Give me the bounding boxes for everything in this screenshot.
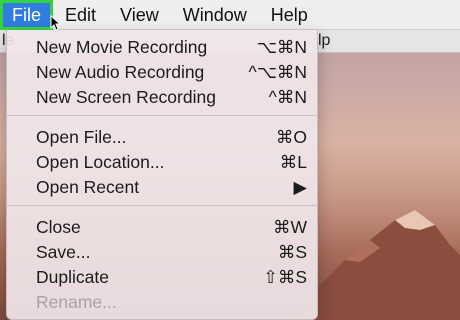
menu-separator: [7, 115, 317, 116]
menu-item-shortcut: ⌘W: [272, 217, 307, 237]
menu-item-open-recent[interactable]: Open Recent ▶: [7, 174, 317, 199]
menu-item-shortcut: ⌘S: [277, 242, 307, 262]
menu-item-save[interactable]: Save... ⌘S: [7, 239, 317, 264]
menu-item-shortcut: ⌥⌘N: [256, 37, 307, 57]
menu-item-shortcut: ⌘L: [279, 152, 307, 172]
menu-item-label: Save...: [36, 242, 91, 262]
menu-help[interactable]: Help: [259, 0, 320, 30]
menu-item-close[interactable]: Close ⌘W: [7, 214, 317, 239]
menu-view[interactable]: View: [108, 0, 171, 30]
menu-file[interactable]: File: [0, 0, 54, 30]
mountain-image: [300, 210, 460, 320]
menu-window[interactable]: Window: [171, 0, 259, 30]
menu-item-open-location[interactable]: Open Location... ⌘L: [7, 149, 317, 174]
menu-bar: File Edit View Window Help: [0, 0, 460, 30]
menu-item-label: Open Recent: [36, 177, 140, 197]
menu-item-new-screen-recording[interactable]: New Screen Recording ^⌘N: [7, 84, 317, 109]
menu-item-open-file[interactable]: Open File... ⌘O: [7, 124, 317, 149]
menu-item-shortcut: ^⌥⌘N: [248, 62, 307, 82]
menu-item-label: Open File...: [36, 127, 127, 147]
menu-item-rename: Rename...: [7, 289, 317, 314]
menu-item-label: Rename...: [36, 292, 117, 312]
mouse-pointer-icon: [50, 15, 62, 31]
menu-item-label: Close: [36, 217, 81, 237]
menu-item-label: Open Location...: [36, 152, 165, 172]
background-window-text-right: lp: [318, 32, 331, 49]
menu-item-new-movie-recording[interactable]: New Movie Recording ⌥⌘N: [7, 34, 317, 59]
menu-item-shortcut: ⇧⌘S: [263, 267, 307, 287]
menu-item-label: Duplicate: [36, 267, 109, 287]
menu-item-label: New Movie Recording: [36, 37, 208, 57]
menu-item-shortcut: ⌘O: [275, 127, 307, 147]
menu-item-label: New Audio Recording: [36, 62, 205, 82]
file-menu-dropdown: New Movie Recording ⌥⌘N New Audio Record…: [6, 30, 318, 320]
menu-item-shortcut: ^⌘N: [268, 87, 307, 107]
submenu-arrow-icon: ▶: [293, 177, 307, 197]
menu-separator: [7, 205, 317, 206]
menu-item-label: New Screen Recording: [36, 87, 216, 107]
menu-item-new-audio-recording[interactable]: New Audio Recording ^⌥⌘N: [7, 59, 317, 84]
menu-item-duplicate[interactable]: Duplicate ⇧⌘S: [7, 264, 317, 289]
